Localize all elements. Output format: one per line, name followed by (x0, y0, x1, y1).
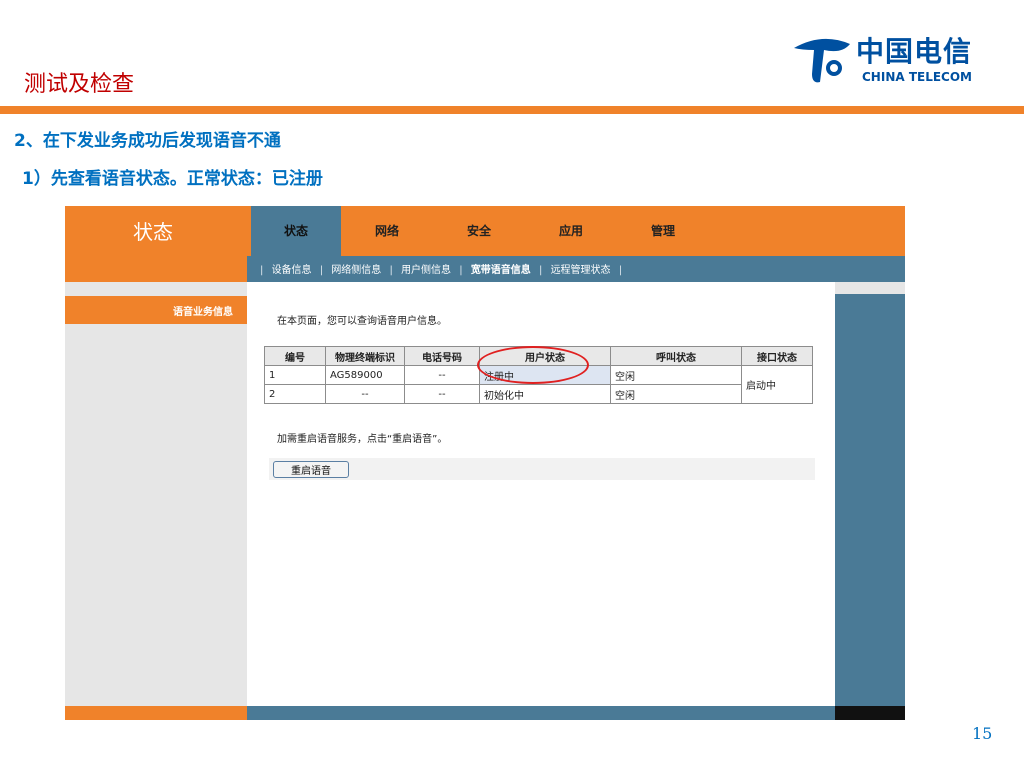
tab-application[interactable]: 应用 (525, 206, 617, 256)
step-subheading: 1）先查看语音状态。正常状态：已注册 (22, 169, 323, 189)
router-status-screenshot: 状态 状态 网络 安全 应用 管理 | 设备信息 | 网络侧信息 | 用户侧信息… (65, 206, 905, 720)
cell-terminal-id: -- (325, 384, 405, 404)
voice-user-table: 编号 物理终端标识 电话号码 用户状态 呼叫状态 接口状态 1 AG589000… (264, 346, 813, 404)
subnav-remote-mgmt[interactable]: 远程管理状态 (551, 261, 611, 276)
tab-network[interactable]: 网络 (341, 206, 433, 256)
button-bar: 重启语音 (269, 458, 815, 480)
restart-voice-button[interactable]: 重启语音 (273, 461, 349, 478)
logo-en-text: CHINA TELECOM (862, 70, 972, 84)
slide-title: 测试及检查 (24, 72, 135, 97)
subnav-separator: | (319, 265, 324, 276)
main-nav: 状态 网络 安全 应用 管理 (247, 206, 905, 256)
col-header-phone: 电话号码 (404, 346, 480, 366)
col-header-id: 编号 (264, 346, 326, 366)
footer-bar-left (65, 706, 247, 720)
subnav-device-info[interactable]: 设备信息 (272, 261, 312, 276)
subnav-separator: | (459, 265, 463, 276)
footer-bar (247, 706, 835, 720)
subnav-user-info[interactable]: 用户侧信息 (401, 261, 451, 276)
china-telecom-logo: 中国电信 CHINA TELECOM (786, 30, 986, 90)
cell-id: 1 (264, 365, 326, 385)
footer-bar-right (835, 706, 905, 720)
page-number: 15 (972, 724, 993, 743)
right-panel (835, 294, 905, 706)
sidebar: 语音业务信息 (65, 282, 247, 706)
col-header-interface-status: 接口状态 (741, 346, 813, 366)
restart-hint-text: 加需重启语音服务，点击“重启语音”。 (277, 434, 448, 445)
cell-call-status: 空闲 (610, 365, 742, 385)
tab-security[interactable]: 安全 (433, 206, 525, 256)
subnav-separator: | (389, 265, 393, 276)
cell-user-status: 初始化中 (479, 384, 611, 404)
right-panel-top (835, 282, 905, 294)
col-header-user-status: 用户状态 (479, 346, 611, 366)
subnav-separator: | (260, 265, 264, 276)
cell-phone: -- (404, 384, 480, 404)
subnav-network-info[interactable]: 网络侧信息 (331, 261, 381, 276)
col-header-call-status: 呼叫状态 (610, 346, 742, 366)
sidebar-item-label: 语音业务信息 (173, 307, 233, 318)
section-title: 状态 (133, 220, 173, 244)
sidebar-item-voice-service[interactable]: 语音业务信息 (65, 296, 247, 324)
table-row: 1 AG589000 -- 注册中 空闲 启动中 (264, 365, 813, 404)
intro-text: 在本页面，您可以查询语音用户信息。 (277, 316, 447, 327)
table-row: 2 -- -- 初始化中 空闲 (264, 384, 813, 404)
tab-status[interactable]: 状态 (251, 206, 341, 256)
china-telecom-emblem-icon (794, 38, 850, 83)
cell-id: 2 (264, 384, 326, 404)
cell-phone: -- (404, 365, 480, 385)
subnav-voice-info[interactable]: 宽带语音信息 (471, 261, 531, 276)
subnav-separator: | (618, 265, 623, 276)
header-divider (0, 106, 1024, 114)
cell-terminal-id: AG589000 (325, 365, 405, 385)
logo-cn-text: 中国电信 (856, 35, 973, 68)
cell-call-status: 空闲 (610, 384, 742, 404)
tab-management[interactable]: 管理 (617, 206, 709, 256)
col-header-terminal-id: 物理终端标识 (325, 346, 405, 366)
section-header: 状态 (65, 206, 247, 282)
main-content: 在本页面，您可以查询语音用户信息。 编号 物理终端标识 电话号码 用户状态 呼叫… (247, 282, 835, 706)
step-heading: 2、在下发业务成功后发现语音不通 (14, 131, 281, 151)
sub-nav: | 设备信息 | 网络侧信息 | 用户侧信息 | 宽带语音信息 | 远程管理状态… (247, 256, 905, 282)
cell-interface-status: 启动中 (741, 365, 813, 404)
cell-user-status: 注册中 (479, 365, 611, 385)
subnav-separator: | (539, 265, 543, 276)
